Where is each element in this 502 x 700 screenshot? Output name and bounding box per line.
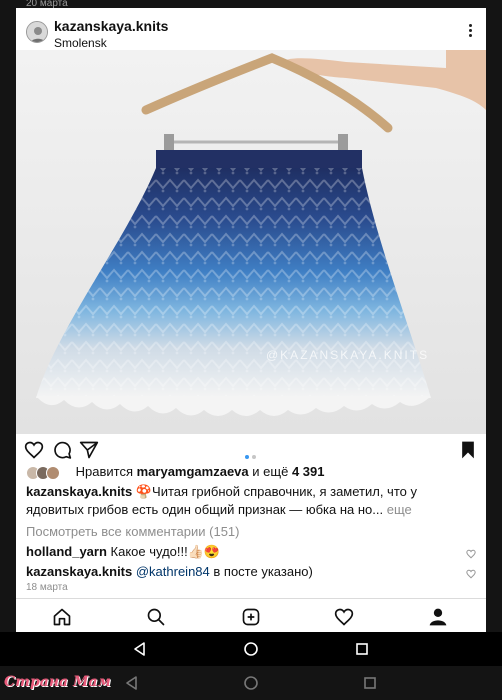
post-photo[interactable]: @KAZANSKAYA.KNITS	[16, 50, 486, 434]
site-logo: Страна Мам	[4, 674, 111, 690]
comment-like-icon[interactable]	[466, 566, 476, 579]
comment-mention[interactable]: @kathrein84	[136, 564, 210, 579]
profile-icon[interactable]	[428, 607, 448, 627]
liker-avatars	[26, 465, 68, 480]
home-icon[interactable]	[52, 607, 72, 627]
comment-item: kazanskaya.knits @kathrein84 в посте ука…	[26, 564, 466, 579]
comment-username[interactable]: holland_yarn	[26, 544, 107, 559]
comment-username[interactable]: kazanskaya.knits	[26, 564, 132, 579]
back-icon[interactable]	[124, 675, 140, 691]
comment-text: Какое чудо!!!👍🏻😍	[110, 544, 221, 559]
recents-icon[interactable]	[354, 641, 370, 657]
post-date: 18 марта	[26, 582, 68, 593]
likes-user[interactable]: maryamgamzaeva	[137, 464, 249, 479]
comment-text: в посте указано)	[213, 564, 313, 579]
more-vertical-icon[interactable]	[464, 24, 476, 38]
photo-watermark: @KAZANSKAYA.KNITS	[266, 348, 430, 362]
likes-count[interactable]: 4 391	[292, 464, 325, 479]
heart-icon[interactable]	[24, 440, 44, 460]
caption-username[interactable]: kazanskaya.knits	[26, 484, 132, 499]
post-location[interactable]: Smolensk	[54, 36, 107, 50]
bookmark-icon[interactable]	[458, 440, 478, 460]
post-actions	[16, 434, 486, 464]
android-nav-bar	[0, 632, 502, 666]
comment-like-icon[interactable]	[466, 546, 476, 559]
instagram-post: kazanskaya.knits Smolensk @KAZANSKAYA.KN…	[16, 8, 486, 632]
post-header: kazanskaya.knits Smolensk	[16, 8, 486, 52]
avatar[interactable]	[26, 21, 48, 43]
comment-item: holland_yarn Какое чудо!!!👍🏻😍	[26, 544, 466, 560]
send-icon[interactable]	[79, 440, 99, 460]
home-circle-icon[interactable]	[243, 675, 259, 691]
view-all-comments[interactable]: Посмотреть все комментарии (151)	[26, 524, 239, 539]
home-circle-icon[interactable]	[243, 641, 259, 657]
bottom-nav	[16, 598, 486, 632]
likes-prefix: Нравится	[75, 464, 133, 479]
carousel-dots	[245, 446, 259, 464]
caption-emoji: 🍄	[135, 484, 153, 499]
post-caption: kazanskaya.knits 🍄Читая грибной справочн…	[26, 483, 478, 521]
search-icon[interactable]	[146, 607, 166, 627]
back-icon[interactable]	[132, 641, 148, 657]
likes-line[interactable]: Нравится maryamgamzaeva и ещё 4 391	[26, 464, 476, 480]
recents-icon[interactable]	[362, 675, 378, 691]
comment-icon[interactable]	[52, 440, 72, 460]
activity-heart-icon[interactable]	[334, 607, 354, 627]
caption-more-link[interactable]: еще	[387, 502, 412, 517]
likes-middle: и ещё	[252, 464, 289, 479]
add-post-icon[interactable]	[241, 607, 261, 627]
post-username[interactable]: kazanskaya.knits	[54, 18, 168, 34]
